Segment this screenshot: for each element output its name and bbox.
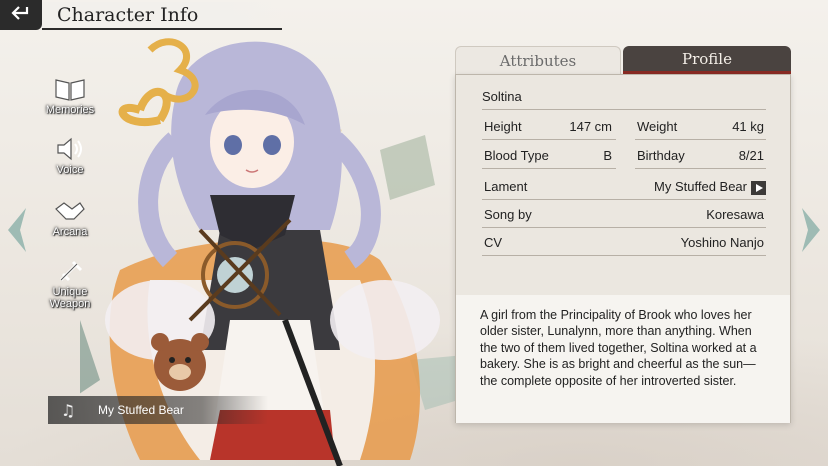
height-weight-row: Height 147 cm Weight 41 kg [482, 117, 766, 140]
divider [482, 139, 616, 140]
song-title: My Stuffed Bear [98, 403, 184, 417]
divider [482, 199, 766, 200]
song-bar[interactable]: ♫ My Stuffed Bear [48, 396, 268, 424]
song-by-value: Koresawa [706, 207, 764, 222]
book-icon [52, 74, 88, 104]
divider [635, 139, 766, 140]
music-note-icon: ♫ [60, 400, 76, 420]
menu-item-arcana[interactable]: Arcana [38, 196, 102, 256]
profile-card: Soltina Height 147 cm Weight 41 kg Blood… [455, 74, 791, 423]
previous-character-arrow[interactable] [6, 205, 28, 255]
tab-attributes[interactable]: Attributes [455, 46, 621, 74]
song-by-label: Song by [484, 207, 532, 222]
menu-label-unique-weapon: Unique Weapon [49, 286, 91, 310]
play-icon[interactable] [751, 180, 766, 195]
divider [482, 109, 766, 110]
handshake-icon [52, 196, 88, 226]
birthday-value: 8/21 [738, 148, 764, 163]
menu-label-memories: Memories [45, 104, 95, 116]
character-description: A girl from the Principality of Brook wh… [456, 295, 790, 423]
speaker-icon [52, 134, 88, 164]
back-arrow-icon [10, 5, 32, 25]
cv-label: CV [484, 235, 503, 250]
menu-label-arcana: Arcana [52, 226, 88, 238]
header: Character Info [0, 0, 420, 34]
height-label: Height [484, 119, 522, 134]
menu-item-memories[interactable]: Memories [38, 74, 102, 134]
tab-profile[interactable]: Profile [623, 46, 791, 74]
page-title: Character Info [57, 4, 199, 26]
lament-value-wrap: My Stuffed Bear [654, 177, 766, 197]
weight-value: 41 kg [732, 119, 764, 134]
lament-label: Lament [484, 179, 528, 194]
menu-item-unique-weapon[interactable]: Unique Weapon [38, 256, 102, 316]
divider [482, 255, 766, 256]
back-button[interactable] [0, 0, 42, 30]
next-character-arrow[interactable] [800, 205, 822, 255]
weight-label: Weight [637, 119, 678, 134]
lament-row: Lament My Stuffed Bear [482, 177, 766, 200]
weapon-icon [52, 256, 88, 286]
character-name: Soltina [482, 89, 522, 104]
name-row: Soltina [482, 87, 766, 110]
cv-value: Yoshino Nanjo [680, 235, 764, 250]
lament-value: My Stuffed Bear [654, 179, 747, 194]
birthday-label: Birthday [637, 148, 685, 163]
height-value: 147 cm [569, 119, 612, 134]
divider [635, 168, 766, 169]
cv-row: CV Yoshino Nanjo [482, 233, 766, 256]
song-by-row: Song by Koresawa [482, 205, 766, 228]
info-panel: Attributes Profile Soltina Height 147 cm… [455, 46, 791, 423]
blood-type-value: B [603, 148, 612, 163]
divider [482, 168, 616, 169]
menu-item-voice[interactable]: Voice [38, 134, 102, 194]
blood-birthday-row: Blood Type B Birthday 8/21 [482, 146, 766, 169]
divider [482, 227, 766, 228]
blood-type-label: Blood Type [484, 148, 549, 163]
menu-label-voice: Voice [56, 164, 84, 176]
